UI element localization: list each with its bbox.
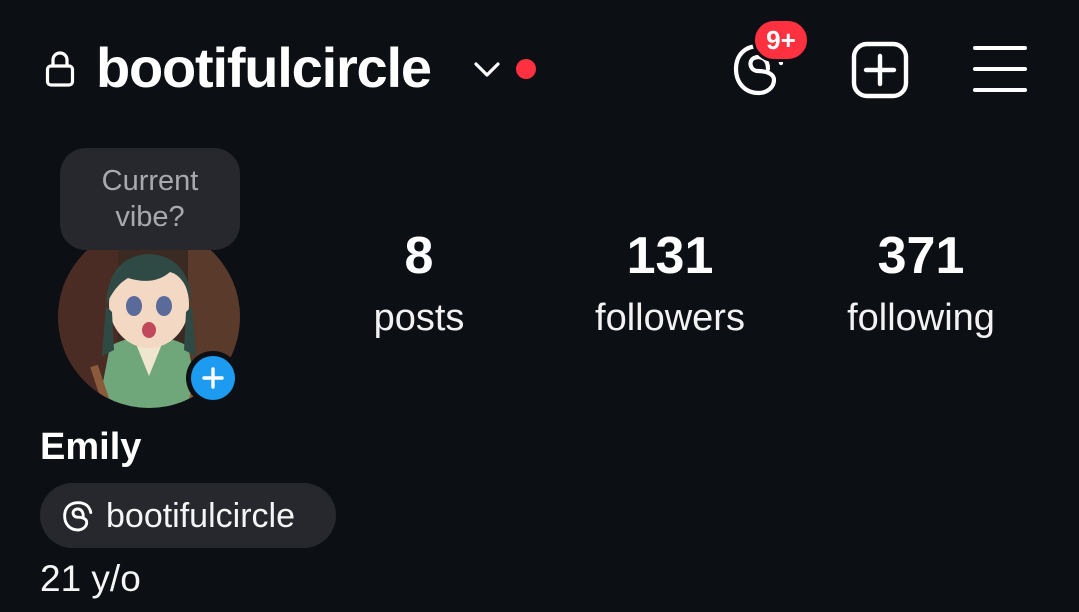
- plus-icon: [202, 367, 224, 389]
- following-count: 371: [877, 227, 965, 285]
- unread-indicator-dot: [516, 59, 536, 79]
- following-label: following: [847, 297, 995, 339]
- account-username[interactable]: bootifulcircle: [96, 35, 432, 101]
- lock-icon: [45, 51, 75, 87]
- posts-count: 8: [404, 227, 434, 285]
- threads-profile-link[interactable]: bootifulcircle: [40, 483, 336, 548]
- followers-count: 131: [626, 227, 714, 285]
- profile-screen: bootifulcircle 9+ Current vibe? 8 posts …: [0, 0, 1079, 612]
- note-text: Current vibe?: [101, 165, 199, 233]
- hamburger-menu-icon[interactable]: [972, 44, 1028, 94]
- note-bubble[interactable]: Current vibe?: [60, 148, 240, 250]
- add-square-icon[interactable]: [850, 40, 910, 100]
- threads-icon: [63, 500, 93, 531]
- notification-badge: 9+: [752, 18, 810, 62]
- posts-label: posts: [373, 297, 465, 339]
- following-stat[interactable]: 371 following: [820, 224, 1022, 348]
- add-story-button[interactable]: [186, 351, 240, 405]
- followers-stat[interactable]: 131 followers: [570, 224, 770, 348]
- chevron-down-icon[interactable]: [470, 56, 504, 82]
- threads-handle: bootifulcircle: [106, 496, 295, 535]
- display-name: Emily: [40, 426, 142, 468]
- bio-text: 21 y/o: [40, 558, 141, 599]
- followers-label: followers: [595, 297, 745, 339]
- posts-stat[interactable]: 8 posts: [339, 224, 499, 348]
